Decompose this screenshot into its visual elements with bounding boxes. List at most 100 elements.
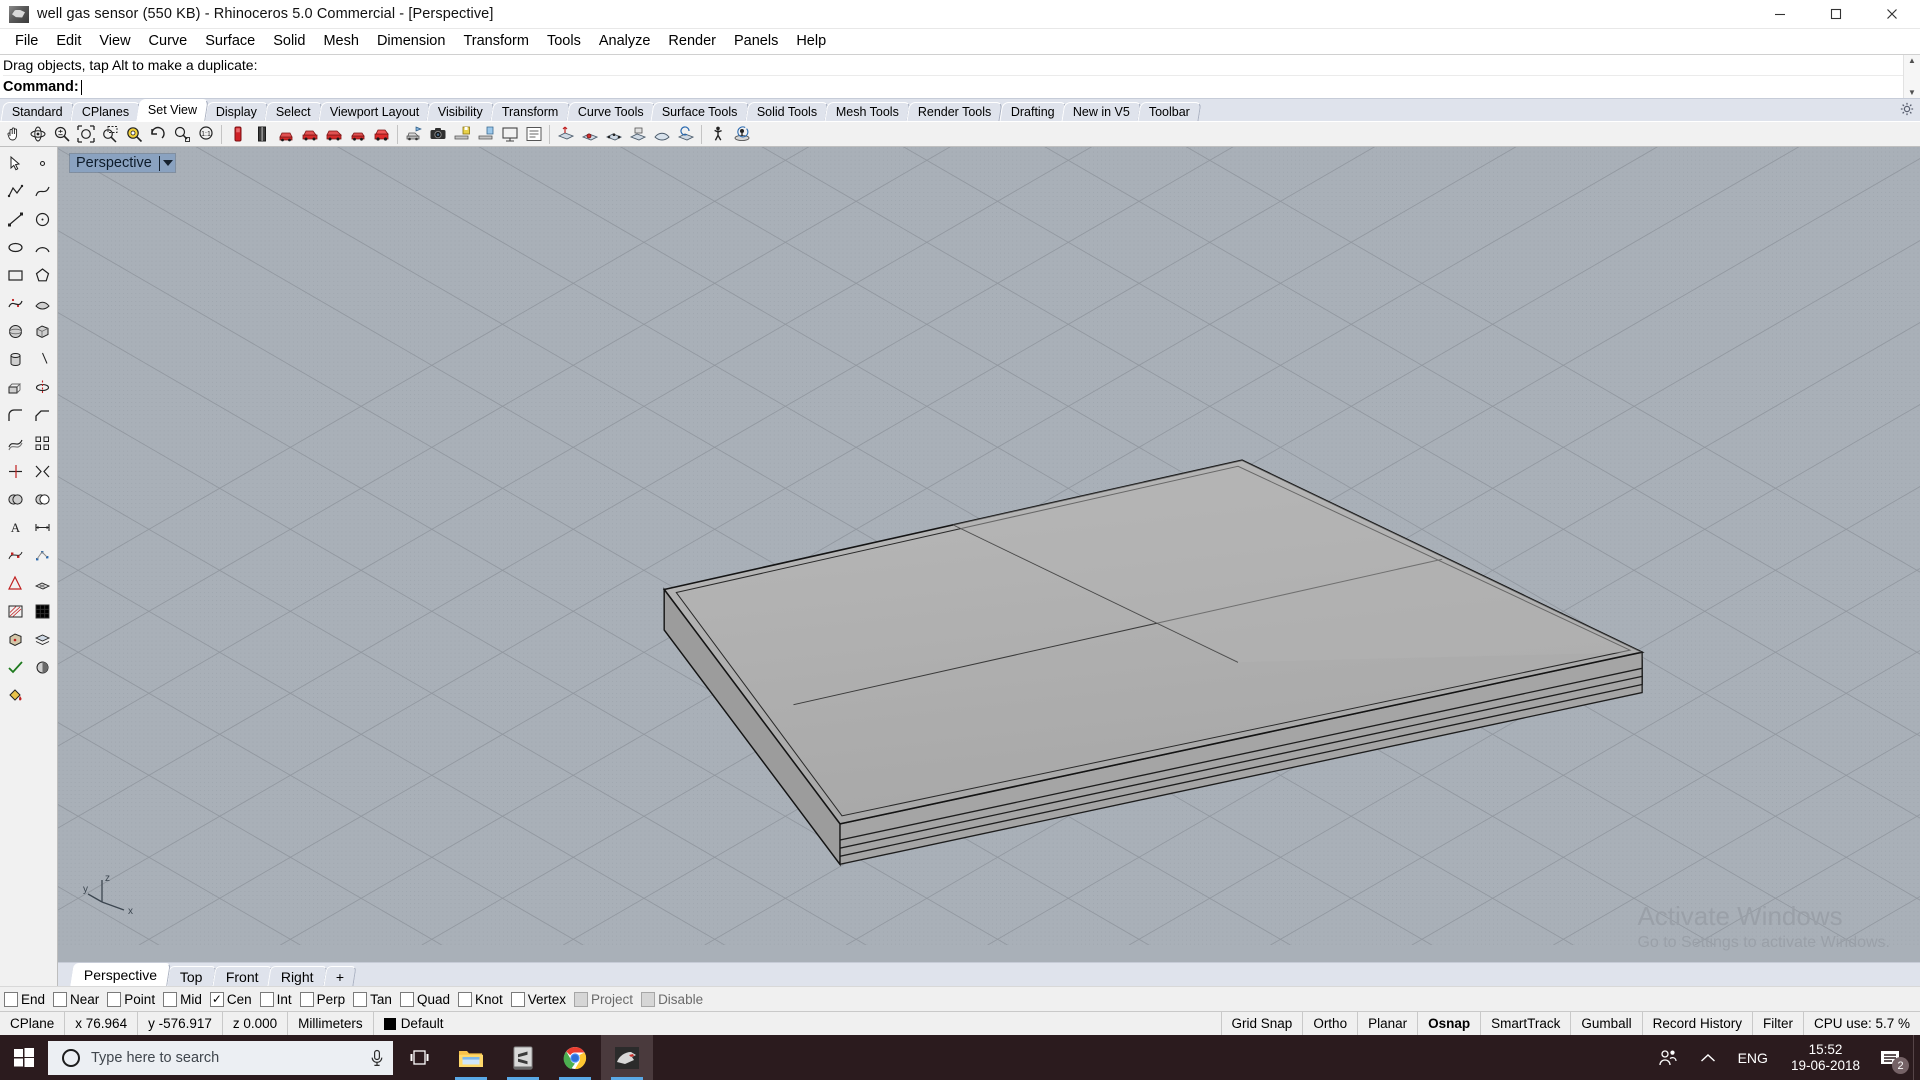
status-toggle-gumball[interactable]: Gumball [1571,1012,1643,1035]
undo-view-change-icon[interactable] [146,123,169,146]
cplane-rotate-icon[interactable] [674,123,697,146]
hatch-icon[interactable] [2,598,28,625]
status-toggle-grid-snap[interactable]: Grid Snap [1222,1012,1304,1035]
maximize-button[interactable] [1808,0,1864,29]
tab-viewport-layout[interactable]: Viewport Layout [318,102,431,121]
microphone-icon[interactable] [369,1049,385,1067]
action-center-icon[interactable]: 2 [1872,1035,1913,1080]
set-view-back-icon[interactable] [346,123,369,146]
osnap-knot[interactable]: Knot [457,991,503,1007]
osnap-checkbox[interactable] [259,991,274,1007]
cplane-3point-icon[interactable] [602,123,625,146]
menu-panels[interactable]: Panels [725,30,787,53]
osnap-project[interactable]: Project [574,991,633,1007]
tab-surface-tools[interactable]: Surface Tools [650,102,750,121]
language-indicator[interactable]: ENG [1727,1035,1779,1080]
polyline-icon[interactable] [2,178,28,205]
osnap-checkbox[interactable]: ✓ [209,991,224,1007]
menu-transform[interactable]: Transform [454,30,538,53]
osnap-checkbox[interactable] [299,991,314,1007]
set-view-perspective-icon[interactable] [226,123,249,146]
tab-solid-tools[interactable]: Solid Tools [745,102,829,121]
rotate-view-icon[interactable] [26,123,49,146]
layer-icon[interactable] [29,626,55,653]
osnap-checkbox[interactable] [510,991,525,1007]
cone-icon[interactable] [29,346,55,373]
point-editing-icon[interactable] [2,542,28,569]
set-view-bottom-icon[interactable] [298,123,321,146]
select-point-icon[interactable] [29,150,55,177]
trim-icon[interactable] [2,458,28,485]
status-toggle-osnap[interactable]: Osnap [1418,1012,1482,1035]
taskbar-search-box[interactable]: Type here to search [48,1040,393,1075]
set-cplane-icon[interactable] [554,123,577,146]
cplane-surface-icon[interactable] [650,123,673,146]
people-icon[interactable] [1647,1035,1689,1080]
split-icon[interactable] [29,458,55,485]
viewport-tab-front[interactable]: Front [212,966,273,986]
tab-drafting[interactable]: Drafting [999,102,1066,121]
osnap-int[interactable]: Int [259,991,292,1007]
zoom-target-icon[interactable] [170,123,193,146]
cplane-origin-icon[interactable] [578,123,601,146]
check-object-icon[interactable] [2,654,28,681]
set-view-right-icon[interactable] [370,123,393,146]
zoom-selected-icon[interactable] [122,123,145,146]
gear-icon[interactable] [1900,102,1914,116]
grid-icon[interactable] [29,598,55,625]
mesh-tools-icon[interactable] [29,570,55,597]
osnap-point[interactable]: Point [107,991,155,1007]
menu-dimension[interactable]: Dimension [368,30,455,53]
osnap-checkbox[interactable] [574,991,589,1007]
taskbar-clock[interactable]: 15:52 19-06-2018 [1779,1042,1872,1074]
taskbar-app-file-explorer[interactable] [445,1035,497,1080]
tab-new-in-v5[interactable]: New in V5 [1061,102,1142,121]
freeform-curve-icon[interactable] [2,290,28,317]
tab-cplanes[interactable]: CPlanes [70,102,141,121]
named-view-icon[interactable] [402,123,425,146]
paint-bucket-icon[interactable] [2,682,28,709]
windows-start-icon[interactable] [0,1035,48,1080]
status-toggle-planar[interactable]: Planar [1358,1012,1419,1035]
status-toggle-smarttrack[interactable]: SmartTrack [1481,1012,1572,1035]
menu-help[interactable]: Help [787,30,835,53]
tab-standard[interactable]: Standard [0,102,75,121]
menu-mesh[interactable]: Mesh [314,30,367,53]
status-toggle-ortho[interactable]: Ortho [1303,1012,1359,1035]
block-icon[interactable] [2,626,28,653]
task-view-icon[interactable] [393,1035,445,1080]
taskbar-app-google-chrome[interactable] [549,1035,601,1080]
perspective-viewport[interactable]: Perspective x y z Activate Windows Go to… [58,147,1920,962]
taskbar-app-sublime-text[interactable] [497,1035,549,1080]
pan-view-icon[interactable] [2,123,25,146]
osnap-checkbox[interactable] [641,991,656,1007]
show-hidden-icons-chevron[interactable] [1689,1035,1727,1080]
status-toggle-filter[interactable]: Filter [1753,1012,1804,1035]
offset-icon[interactable] [2,430,28,457]
boolean-union-icon[interactable] [2,486,28,513]
status-layer[interactable]: Default [374,1012,1222,1035]
render-icon[interactable] [29,654,55,681]
osnap-quad[interactable]: Quad [399,991,450,1007]
add-viewport-tab-button[interactable]: + [323,966,357,986]
taskbar-app-rhinoceros[interactable] [601,1035,653,1080]
osnap-perp[interactable]: Perp [299,991,345,1007]
dimension-icon[interactable] [29,514,55,541]
text-icon[interactable]: A [2,514,28,541]
osnap-checkbox[interactable] [457,991,472,1007]
tab-render-tools[interactable]: Render Tools [906,102,1004,121]
close-button[interactable] [1864,0,1920,29]
menu-analyze[interactable]: Analyze [590,30,660,53]
command-input[interactable] [81,77,1903,97]
control-points-icon[interactable] [29,542,55,569]
walkabout-icon[interactable] [706,123,729,146]
menu-file[interactable]: File [6,30,47,53]
tab-set-view[interactable]: Set View [136,99,209,121]
minimize-button[interactable] [1752,0,1808,29]
camera-icon[interactable] [426,123,449,146]
osnap-disable[interactable]: Disable [641,991,703,1007]
chamfer-icon[interactable] [29,402,55,429]
tab-select[interactable]: Select [264,102,323,121]
viewport-tab-perspective[interactable]: Perspective [70,963,171,986]
ellipse-icon[interactable] [2,234,28,261]
